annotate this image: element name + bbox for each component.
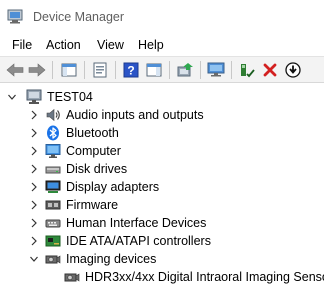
chevron-right-icon[interactable]	[29, 217, 39, 229]
download-circle-icon	[285, 62, 301, 78]
chevron-right-icon[interactable]	[29, 127, 39, 139]
monitor-icon	[45, 144, 61, 158]
remove-x-icon	[263, 63, 277, 77]
tree-category-firmware[interactable]: Firmware	[0, 196, 324, 214]
toolbar-separator	[169, 61, 170, 79]
tree-root-label: TEST04	[47, 90, 93, 104]
help-icon: ?	[123, 62, 139, 78]
back-button[interactable]	[4, 60, 26, 80]
toolbar-separator	[115, 61, 116, 79]
tree-category-label: Audio inputs and outputs	[66, 108, 204, 122]
tree-category-label: IDE ATA/ATAPI controllers	[66, 234, 211, 248]
scan-hardware-changes-button[interactable]	[205, 60, 227, 80]
chevron-right-icon[interactable]	[29, 235, 39, 247]
help-button[interactable]: ?	[120, 60, 142, 80]
tree-category-hid[interactable]: Human Interface Devices	[0, 214, 324, 232]
tree-category-label: Firmware	[66, 198, 119, 212]
uninstall-device-button[interactable]	[259, 60, 281, 80]
window-title: Device Manager	[33, 10, 125, 24]
chevron-down-icon[interactable]	[29, 253, 39, 265]
properties-icon	[93, 62, 107, 78]
chevron-right-icon[interactable]	[29, 145, 39, 157]
disable-device-button[interactable]	[282, 60, 304, 80]
chevron-right-icon[interactable]	[29, 199, 39, 211]
add-hardware-icon	[241, 64, 255, 78]
toolbar-separator	[52, 61, 53, 79]
display-adapter-icon	[45, 180, 61, 193]
show-hide-console-tree-button[interactable]	[58, 60, 80, 80]
ide-controller-icon	[45, 235, 61, 247]
add-legacy-hardware-button[interactable]	[236, 60, 258, 80]
tree-device-imaging-sensor[interactable]: HDR3xx/4xx Digital Intraoral Imaging Sen…	[0, 268, 324, 286]
menu-action[interactable]: Action	[46, 37, 81, 53]
toolbar: ?	[0, 56, 324, 83]
toolbar-separator	[84, 61, 85, 79]
computer-root-icon	[26, 89, 42, 104]
speaker-icon	[46, 108, 60, 122]
menu-view[interactable]: View	[97, 37, 124, 53]
scan-monitor-icon	[207, 62, 225, 77]
tree-category-computer[interactable]: Computer	[0, 142, 324, 160]
tree-category-label: Human Interface Devices	[66, 216, 207, 230]
chevron-right-icon[interactable]	[29, 163, 39, 175]
bluetooth-icon	[47, 125, 59, 141]
menu-help[interactable]: Help	[138, 37, 164, 53]
tree-category-disk-drives[interactable]: Disk drives	[0, 160, 324, 178]
tree-device-label: HDR3xx/4xx Digital Intraoral Imaging Sen…	[85, 270, 324, 284]
toolbar-separator	[200, 61, 201, 79]
hid-icon	[45, 219, 61, 228]
tree-category-label: Disk drives	[66, 162, 128, 176]
disk-drive-icon	[45, 166, 61, 174]
tree-category-label: Imaging devices	[66, 252, 157, 266]
tree-category-bluetooth[interactable]: Bluetooth	[0, 124, 324, 142]
update-driver-button[interactable]	[174, 60, 196, 80]
tree-category-label: Computer	[66, 144, 121, 158]
tree-category-imaging-devices[interactable]: Imaging devices	[0, 250, 324, 268]
back-arrow-icon	[6, 63, 24, 77]
chevron-right-icon[interactable]	[29, 181, 39, 193]
tree-category-ide[interactable]: IDE ATA/ATAPI controllers	[0, 232, 324, 250]
tree-category-label: Bluetooth	[66, 126, 119, 140]
camera-icon	[45, 255, 61, 264]
svg-text:?: ?	[127, 64, 134, 78]
tree-category-audio[interactable]: Audio inputs and outputs	[0, 106, 324, 124]
action-pane-button[interactable]	[143, 60, 165, 80]
firmware-icon	[45, 200, 61, 210]
toolbar-separator	[231, 61, 232, 79]
tree-category-label: Display adapters	[66, 180, 160, 194]
chevron-down-icon[interactable]	[7, 91, 17, 103]
chevron-right-icon[interactable]	[29, 109, 39, 121]
action-pane-icon	[146, 63, 162, 77]
camera-icon	[64, 273, 80, 282]
properties-button[interactable]	[89, 60, 111, 80]
device-manager-icon	[7, 9, 23, 24]
tree-category-display-adapters[interactable]: Display adapters	[0, 178, 324, 196]
tree-root-node[interactable]: TEST04	[0, 88, 324, 106]
title-bar: Device Manager	[0, 0, 324, 34]
forward-arrow-icon	[28, 63, 46, 77]
menu-bar: File Action View Help	[0, 34, 324, 56]
menu-file[interactable]: File	[12, 37, 32, 53]
device-tree: TEST04 Audio inputs and outputs Bluetoot…	[0, 84, 324, 288]
update-driver-icon	[177, 63, 193, 77]
console-tree-icon	[61, 63, 77, 77]
forward-button[interactable]	[26, 60, 48, 80]
